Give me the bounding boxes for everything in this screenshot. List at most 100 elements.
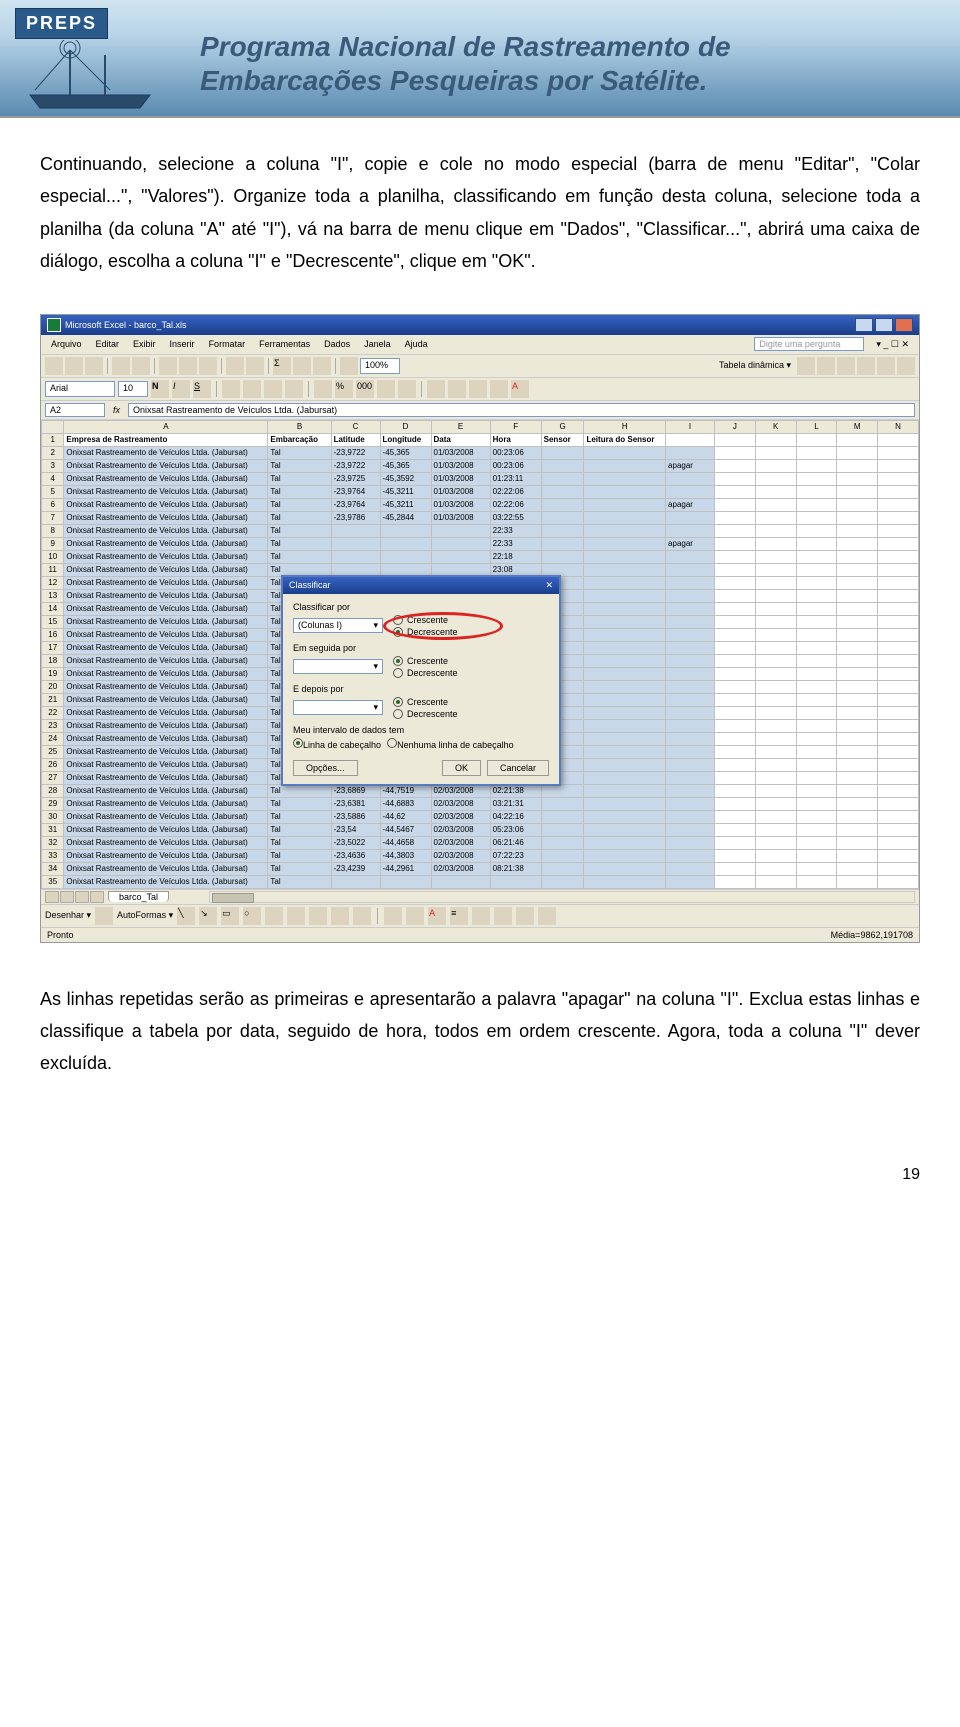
cell[interactable] [666, 693, 715, 706]
cell[interactable] [878, 537, 919, 550]
cell[interactable] [837, 771, 878, 784]
fill-color-icon[interactable] [490, 380, 508, 398]
cell[interactable] [796, 797, 837, 810]
cell[interactable]: Onixsat Rastreamento de Veículos Ltda. (… [64, 654, 268, 667]
cell[interactable] [755, 719, 796, 732]
align-left-icon[interactable] [222, 380, 240, 398]
cell[interactable] [755, 446, 796, 459]
row-header[interactable]: 10 [42, 550, 64, 563]
cell[interactable]: 08:21:38 [490, 862, 541, 875]
cell[interactable]: Onixsat Rastreamento de Veículos Ltda. (… [64, 719, 268, 732]
cell[interactable] [714, 550, 755, 563]
cell[interactable] [666, 628, 715, 641]
cell[interactable]: Onixsat Rastreamento de Veículos Ltda. (… [64, 732, 268, 745]
row-header[interactable]: 6 [42, 498, 64, 511]
cell[interactable] [584, 797, 666, 810]
cell[interactable]: Onixsat Rastreamento de Veículos Ltda. (… [64, 836, 268, 849]
cell[interactable]: 07:22:23 [490, 849, 541, 862]
cell[interactable] [837, 875, 878, 888]
cell[interactable] [380, 550, 431, 563]
cell[interactable]: 01/03/2008 [431, 472, 490, 485]
cell[interactable] [666, 602, 715, 615]
copy-icon[interactable] [179, 357, 197, 375]
cell[interactable] [584, 667, 666, 680]
paste-icon[interactable] [199, 357, 217, 375]
cell[interactable] [714, 875, 755, 888]
cell[interactable]: -44,2961 [380, 862, 431, 875]
cell[interactable] [878, 576, 919, 589]
row-header[interactable]: 32 [42, 836, 64, 849]
italic-icon[interactable]: I [172, 380, 190, 398]
cell[interactable]: 02/03/2008 [431, 784, 490, 797]
cell[interactable] [878, 693, 919, 706]
cell[interactable] [584, 784, 666, 797]
cell[interactable] [714, 680, 755, 693]
cell[interactable] [837, 641, 878, 654]
row-header[interactable]: 34 [42, 862, 64, 875]
open-icon[interactable] [65, 357, 83, 375]
cell[interactable] [584, 862, 666, 875]
ok-button[interactable]: OK [442, 760, 481, 776]
cell[interactable] [541, 446, 584, 459]
cell[interactable] [878, 628, 919, 641]
cell[interactable]: Onixsat Rastreamento de Veículos Ltda. (… [64, 602, 268, 615]
cell[interactable] [837, 524, 878, 537]
cell[interactable] [584, 875, 666, 888]
cell[interactable]: Onixsat Rastreamento de Veículos Ltda. (… [64, 524, 268, 537]
cell[interactable]: 05:23:06 [490, 823, 541, 836]
cell[interactable] [878, 849, 919, 862]
cancel-button[interactable]: Cancelar [487, 760, 549, 776]
cell[interactable] [796, 875, 837, 888]
cell[interactable] [584, 576, 666, 589]
shadow-icon[interactable] [516, 907, 534, 925]
col-header-N[interactable]: N [878, 420, 919, 433]
cell[interactable] [755, 602, 796, 615]
cell[interactable] [541, 537, 584, 550]
menu-janela[interactable]: Janela [358, 337, 397, 351]
sheet-nav-last[interactable] [90, 891, 104, 903]
pivot-btn3[interactable] [837, 357, 855, 375]
line-style-icon[interactable]: ≡ [450, 907, 468, 925]
cell[interactable] [666, 615, 715, 628]
picture-icon[interactable] [353, 907, 371, 925]
cell[interactable] [878, 667, 919, 680]
menu-inserir[interactable]: Inserir [164, 337, 201, 351]
cell[interactable] [666, 641, 715, 654]
cell[interactable]: Onixsat Rastreamento de Veículos Ltda. (… [64, 875, 268, 888]
cell[interactable] [714, 836, 755, 849]
cell[interactable] [837, 823, 878, 836]
row-header[interactable]: 23 [42, 719, 64, 732]
cell[interactable]: 02/03/2008 [431, 836, 490, 849]
row-header[interactable]: 27 [42, 771, 64, 784]
row-header[interactable]: 19 [42, 667, 64, 680]
undo-icon[interactable] [226, 357, 244, 375]
cell[interactable] [796, 550, 837, 563]
dialog-close-icon[interactable]: ✕ [545, 580, 553, 591]
cell[interactable]: -44,3803 [380, 849, 431, 862]
cell[interactable] [878, 732, 919, 745]
cell[interactable]: apagar [666, 459, 715, 472]
cell[interactable] [796, 849, 837, 862]
autoshapes-menu[interactable]: AutoFormas ▾ [117, 910, 173, 921]
cell[interactable]: Onixsat Rastreamento de Veículos Ltda. (… [64, 823, 268, 836]
cell[interactable] [431, 875, 490, 888]
cell[interactable] [714, 511, 755, 524]
cell[interactable]: 22:18 [490, 550, 541, 563]
select-arrow-icon[interactable] [95, 907, 113, 925]
cell[interactable] [714, 797, 755, 810]
then-asc-radio[interactable]: Crescente [393, 656, 458, 666]
cell[interactable]: Onixsat Rastreamento de Veículos Ltda. (… [64, 745, 268, 758]
col-header-K[interactable]: K [755, 420, 796, 433]
cell[interactable]: 03:22:55 [490, 511, 541, 524]
cell[interactable] [796, 810, 837, 823]
cell[interactable] [837, 602, 878, 615]
cell[interactable]: Tal [268, 797, 331, 810]
pivot-btn6[interactable] [897, 357, 915, 375]
cell[interactable] [584, 654, 666, 667]
col-header-G[interactable]: G [541, 420, 584, 433]
cell[interactable]: -44,5467 [380, 823, 431, 836]
cell[interactable] [837, 511, 878, 524]
row-header[interactable]: 1 [42, 433, 64, 446]
percent-icon[interactable]: % [335, 380, 353, 398]
row-header[interactable]: 35 [42, 875, 64, 888]
